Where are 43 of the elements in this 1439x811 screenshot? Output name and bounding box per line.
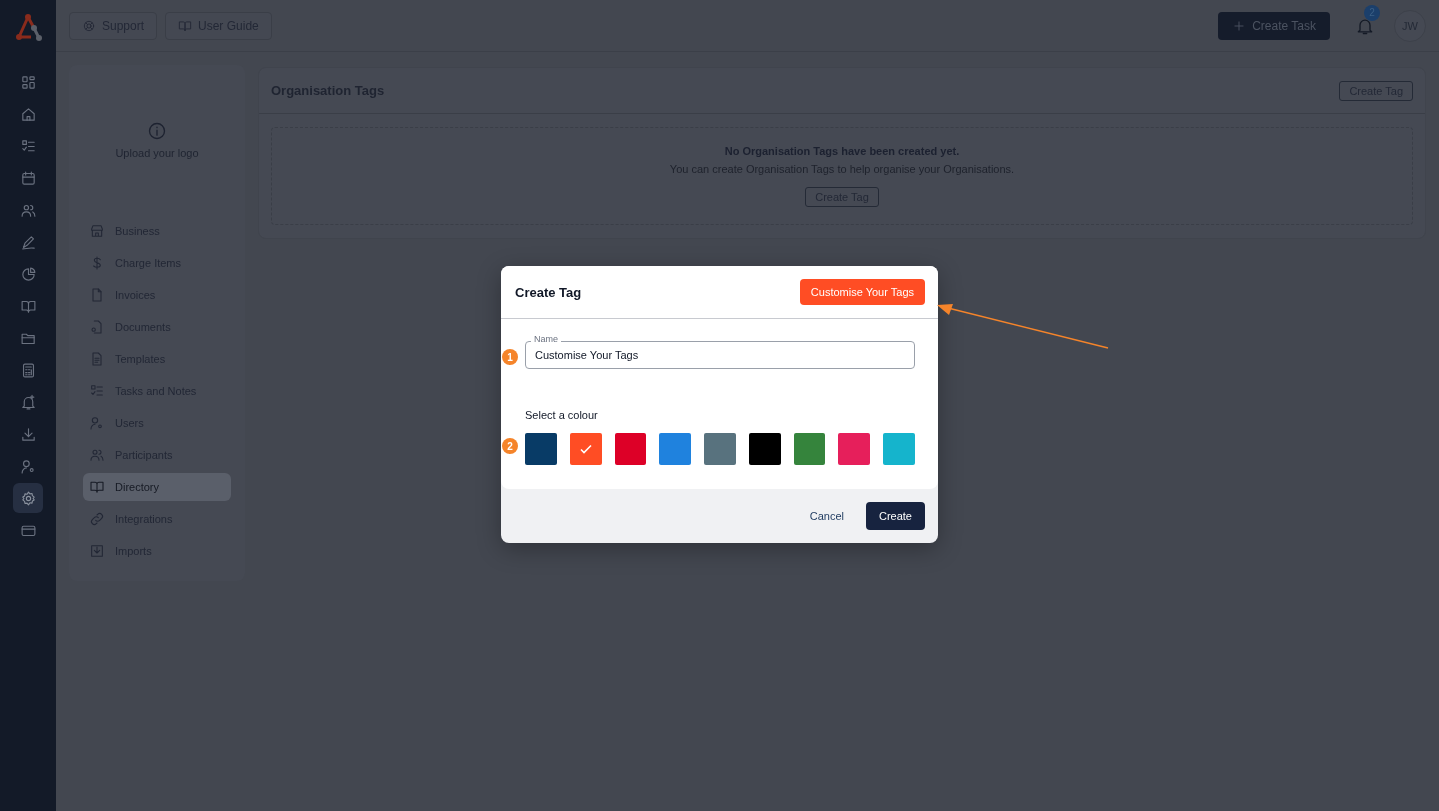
colour-swatch[interactable] bbox=[883, 433, 916, 465]
colour-swatch[interactable] bbox=[525, 433, 557, 465]
user-gear-icon bbox=[89, 415, 105, 431]
cancel-button[interactable]: Cancel bbox=[803, 506, 850, 526]
rail-button[interactable] bbox=[13, 483, 43, 513]
colour-swatch[interactable] bbox=[838, 433, 871, 465]
grid-icon bbox=[19, 73, 37, 91]
book-icon bbox=[89, 479, 105, 495]
step-marker: 2 bbox=[502, 438, 518, 454]
info-icon bbox=[147, 121, 167, 141]
user-gear-icon bbox=[19, 457, 37, 475]
download-icon bbox=[19, 425, 37, 443]
file-icon bbox=[89, 287, 105, 303]
file-gear-icon bbox=[89, 319, 105, 335]
colour-swatch[interactable] bbox=[793, 433, 826, 465]
settings-nav-item[interactable]: Directory bbox=[83, 473, 231, 501]
colour-swatch[interactable] bbox=[569, 433, 602, 465]
store-icon bbox=[89, 223, 105, 239]
colour-swatch[interactable] bbox=[704, 433, 736, 465]
link-icon bbox=[89, 511, 105, 527]
name-field[interactable]: Customise Your Tags bbox=[525, 341, 915, 369]
colour-swatch[interactable] bbox=[748, 433, 781, 465]
document-icon bbox=[89, 351, 105, 367]
field-label: Name bbox=[531, 334, 561, 344]
checklist-icon bbox=[89, 383, 105, 399]
pen-icon bbox=[19, 233, 37, 251]
bell-icon bbox=[19, 393, 37, 411]
lifebuoy-icon bbox=[82, 18, 96, 33]
colour-label: Select a colour bbox=[525, 409, 599, 421]
book-icon bbox=[178, 18, 193, 33]
dialog-title: Create Tag bbox=[515, 284, 582, 300]
colour-swatch[interactable] bbox=[659, 433, 692, 465]
plus-icon bbox=[1232, 18, 1247, 33]
house-icon bbox=[19, 105, 37, 123]
colour-swatch[interactable] bbox=[614, 433, 647, 465]
calendar-icon bbox=[19, 169, 37, 187]
pie-chart-icon bbox=[19, 265, 37, 283]
customise-tags-button[interactable]: Customise Your Tags bbox=[799, 279, 925, 305]
settings-icon bbox=[19, 489, 37, 507]
tray-icon bbox=[89, 543, 105, 559]
create-button[interactable]: Create bbox=[865, 502, 925, 530]
people-icon bbox=[89, 447, 105, 463]
step-marker: 1 bbox=[502, 349, 518, 365]
